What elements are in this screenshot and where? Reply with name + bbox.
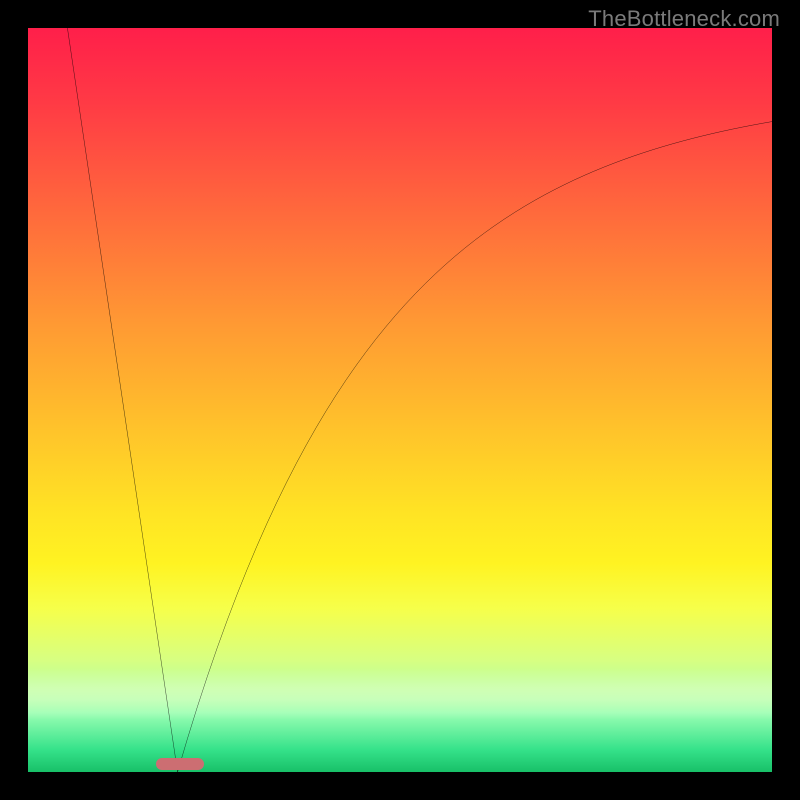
curve-layer — [28, 28, 772, 772]
bottleneck-curve — [67, 28, 772, 772]
plot-area — [28, 28, 772, 772]
optimum-marker — [156, 758, 204, 770]
chart-frame: TheBottleneck.com — [0, 0, 800, 800]
